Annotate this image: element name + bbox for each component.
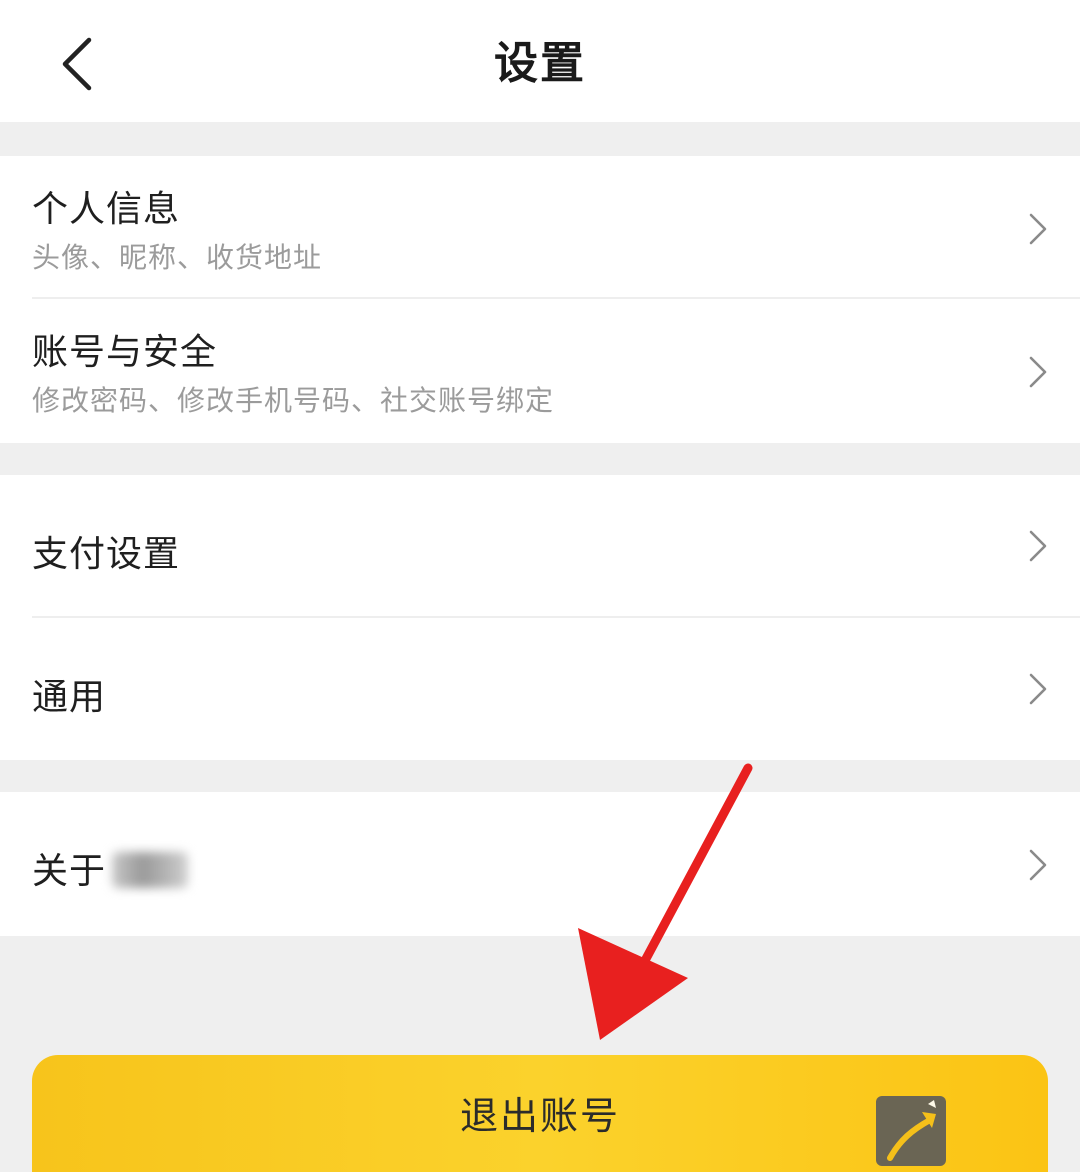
row-title: 个人信息	[32, 189, 181, 230]
about-label: 关于	[32, 851, 107, 892]
row-personal-info[interactable]: 个人信息 头像、昵称、收货地址	[0, 156, 1080, 299]
chevron-right-icon	[1029, 356, 1047, 388]
blurred-app-name	[112, 852, 189, 888]
page-title: 设置	[494, 38, 586, 89]
chevron-right-icon	[1029, 530, 1047, 562]
settings-page: 设置 个人信息 头像、昵称、收货地址 账号与安全 修改密码、修改手机号码、社交账…	[0, 0, 1080, 1172]
row-title: 通用	[32, 677, 107, 718]
row-general[interactable]: 通用	[0, 618, 1080, 760]
row-account-security[interactable]: 账号与安全 修改密码、修改手机号码、社交账号绑定	[0, 299, 1080, 443]
settings-group-about: 关于	[0, 792, 1080, 936]
logout-label: 退出账号	[459, 1094, 620, 1138]
row-about[interactable]: 关于	[0, 792, 1080, 936]
chevron-right-icon	[1029, 849, 1047, 881]
row-title: 账号与安全	[32, 332, 218, 373]
watermark-logo	[876, 1096, 946, 1166]
row-subtitle: 头像、昵称、收货地址	[32, 241, 323, 274]
chevron-right-icon	[1029, 213, 1047, 245]
row-subtitle: 修改密码、修改手机号码、社交账号绑定	[32, 384, 555, 417]
settings-group-account: 个人信息 头像、昵称、收货地址 账号与安全 修改密码、修改手机号码、社交账号绑定	[0, 156, 1080, 443]
settings-group-general: 支付设置 通用	[0, 475, 1080, 760]
upward-arrow-icon	[887, 1100, 936, 1161]
row-title: 关于	[32, 842, 189, 894]
chevron-right-icon	[1029, 673, 1047, 705]
row-payment-settings[interactable]: 支付设置	[0, 475, 1080, 618]
row-title: 支付设置	[32, 534, 181, 575]
top-bar: 设置	[0, 0, 1080, 122]
